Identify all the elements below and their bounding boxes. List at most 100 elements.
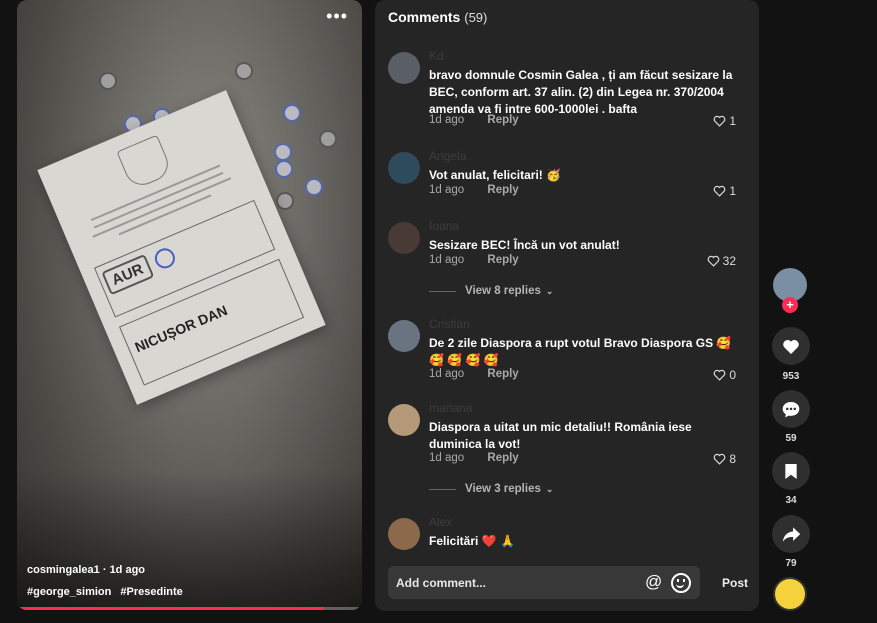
party-logo: AUR	[101, 254, 154, 296]
hashtag-link[interactable]: #Presedinte	[120, 586, 182, 598]
like-count: 1	[729, 184, 736, 198]
chevron-down-icon: ⌄	[545, 483, 554, 494]
video-progress-bar[interactable]	[17, 607, 362, 610]
comment-like-button[interactable]: 0	[713, 368, 736, 382]
comment-username[interactable]: mariana	[429, 401, 472, 415]
comment-button[interactable]	[772, 390, 810, 428]
comment-username[interactable]: Angela	[429, 149, 466, 163]
comment-like-button[interactable]: 1	[713, 184, 736, 198]
like-count: 953	[782, 371, 800, 382]
bookmark-button[interactable]	[772, 452, 810, 490]
comment-username[interactable]: Kd	[429, 49, 444, 63]
comment-icon	[782, 401, 800, 417]
heart-icon	[707, 255, 719, 267]
author-username[interactable]: cosmingalea1	[27, 564, 100, 576]
share-count: 79	[785, 558, 797, 569]
stamp-decoration	[305, 178, 323, 196]
comment-meta: 1d ago Reply	[429, 452, 519, 464]
chevron-down-icon: ⌄	[545, 285, 554, 296]
heart-icon	[713, 453, 726, 465]
ballot-paper: AUR NICUȘOR DAN	[37, 90, 326, 405]
reply-button[interactable]: Reply	[487, 254, 518, 266]
avatar[interactable]	[388, 404, 420, 436]
vote-stamp	[151, 245, 179, 272]
view-replies-label: View 3 replies	[465, 483, 541, 495]
avatar[interactable]	[388, 222, 420, 254]
comments-panel: Comments (59) Kd bravo domnule Cosmin Ga…	[375, 0, 759, 611]
share-icon	[782, 526, 800, 542]
comment-item: Cristian De 2 zile Diaspora a rupt votul…	[388, 317, 748, 390]
comment-like-button[interactable]: 32	[707, 254, 736, 268]
emoji-mouth	[676, 582, 684, 588]
heart-icon	[713, 185, 726, 197]
comment-username[interactable]: Alex	[429, 518, 452, 529]
comment-like-button[interactable]: 1	[713, 114, 736, 128]
comment-count: 59	[785, 433, 797, 444]
stamp-decoration	[274, 143, 292, 161]
heart-icon	[713, 369, 726, 381]
reply-button[interactable]: Reply	[487, 368, 518, 380]
post-button[interactable]: Post	[722, 576, 748, 590]
comment-time: 1d ago	[429, 452, 465, 464]
hashtags: #george_simion #Presedinte	[27, 586, 189, 598]
emoji-icon[interactable]	[671, 573, 691, 593]
comment-meta: 1d ago Reply	[429, 254, 519, 266]
add-comment-input[interactable]	[396, 566, 626, 599]
like-count: 32	[722, 254, 736, 268]
comment-meta: 1d ago Reply	[429, 368, 519, 380]
view-replies-button[interactable]: View 3 replies ⌄	[429, 483, 553, 495]
music-disc-avatar[interactable]	[773, 577, 807, 611]
stamp-decoration	[275, 160, 293, 178]
comment-meta: 1d ago Reply	[429, 114, 519, 126]
stamp-decoration	[283, 104, 301, 122]
comments-title: Comments	[388, 9, 461, 25]
comment-item: Alex Felicitări ❤️ 🙏	[388, 518, 748, 554]
comment-text: Felicitări ❤️ 🙏	[429, 534, 515, 548]
stamp-decoration	[99, 72, 117, 90]
reply-button[interactable]: Reply	[487, 114, 518, 126]
comment-username[interactable]: Cristian	[429, 317, 470, 331]
coat-of-arms	[116, 134, 174, 191]
like-count: 0	[729, 368, 736, 382]
video-progress-fill	[17, 607, 325, 610]
more-icon[interactable]: •••	[326, 6, 348, 27]
view-replies-button[interactable]: View 8 replies ⌄	[429, 285, 553, 297]
reply-button[interactable]: Reply	[487, 452, 518, 464]
comment-item: Angela Vot anulat, felicitari! 🥳 1d ago …	[388, 149, 748, 202]
comment-text: Vot anulat, felicitari! 🥳	[429, 168, 562, 182]
comment-time: 1d ago	[429, 254, 465, 266]
stamp-decoration	[319, 130, 337, 148]
at-icon[interactable]: @	[645, 572, 662, 592]
stamp-decoration	[276, 192, 294, 210]
video-player[interactable]: AUR NICUȘOR DAN ••• cosmingalea1 · 1d ag…	[17, 0, 362, 610]
replies-divider	[429, 488, 456, 490]
comment-time: 1d ago	[429, 184, 465, 196]
comment-like-button[interactable]: 8	[713, 452, 736, 466]
avatar[interactable]	[388, 152, 420, 184]
avatar[interactable]	[388, 52, 420, 84]
reply-button[interactable]: Reply	[487, 184, 518, 196]
like-count: 8	[729, 452, 736, 466]
avatar[interactable]	[388, 518, 420, 550]
video-author[interactable]: cosmingalea1 · 1d ago	[27, 564, 145, 576]
author-separator: ·	[102, 564, 110, 576]
bookmark-icon	[785, 463, 797, 479]
like-button[interactable]	[772, 327, 810, 365]
comment-text: Sesizare BEC! Încă un vot anulat!	[429, 238, 620, 252]
view-replies-label: View 8 replies	[465, 285, 541, 297]
comment-text: De 2 zile Diaspora a rupt votul Bravo Di…	[429, 336, 732, 367]
share-button[interactable]	[772, 515, 810, 553]
comment-username[interactable]: Ioana	[429, 219, 459, 233]
follow-button[interactable]: +	[782, 297, 798, 313]
comment-item: mariana Diaspora a uitat un mic detaliu!…	[388, 401, 748, 504]
party-logo: NICUȘOR DAN	[132, 301, 230, 356]
bookmark-count: 34	[785, 495, 797, 506]
comment-text: Diaspora a uitat un mic detaliu!! Români…	[429, 420, 692, 451]
avatar[interactable]	[388, 320, 420, 352]
comment-item: Ioana Sesizare BEC! Încă un vot anulat! …	[388, 219, 748, 302]
replies-divider	[429, 290, 456, 292]
hashtag-link[interactable]: #george_simion	[27, 586, 111, 598]
comment-meta: 1d ago Reply	[429, 184, 519, 196]
comments-count: (59)	[464, 10, 488, 25]
video-timestamp: 1d ago	[109, 564, 146, 576]
